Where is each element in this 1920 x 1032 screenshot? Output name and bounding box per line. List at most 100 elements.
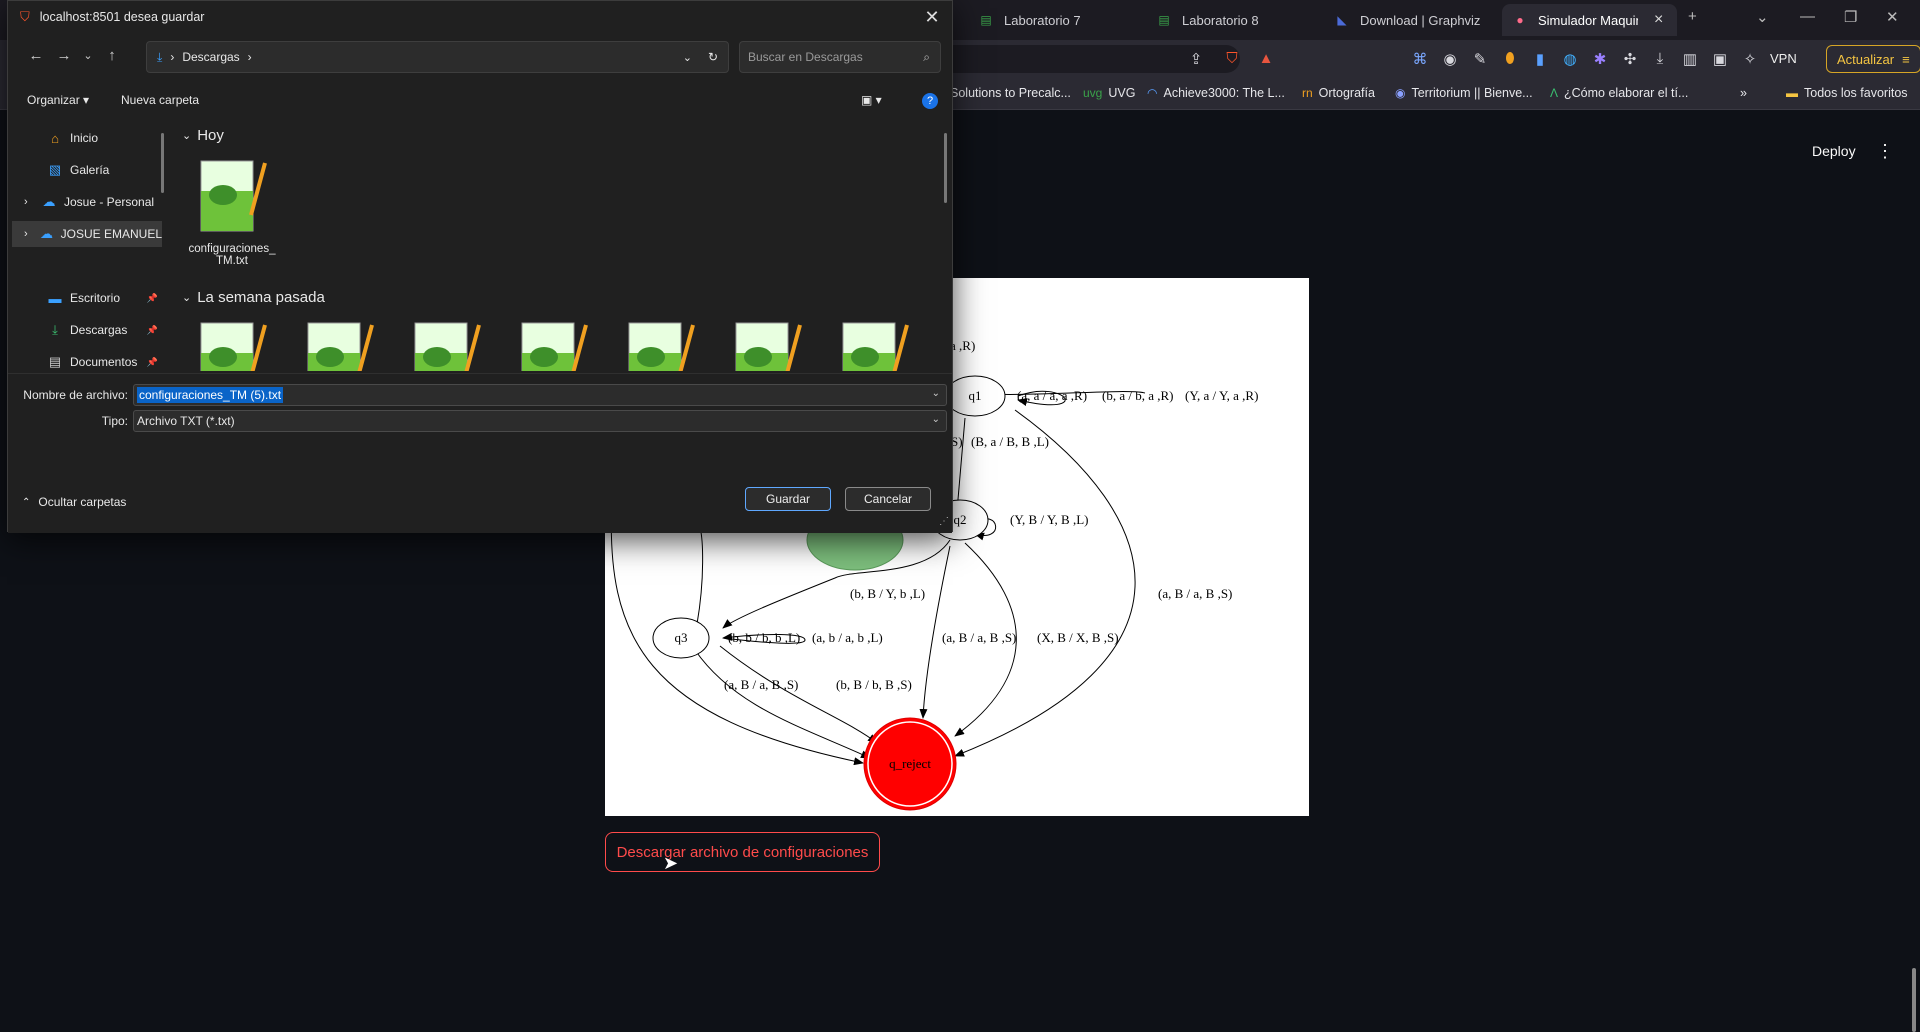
recent-locations-chevron-icon[interactable]: ⌄ bbox=[78, 49, 98, 62]
share-icon[interactable]: ⇪ bbox=[1186, 50, 1206, 68]
collapse-chevron-icon: ⌄ bbox=[182, 292, 192, 304]
download-config-button[interactable]: Descargar archivo de configuraciones bbox=[605, 832, 880, 872]
documents-icon: ▤ bbox=[48, 354, 62, 369]
file-item[interactable] bbox=[398, 317, 494, 371]
deploy-button[interactable]: Deploy bbox=[1812, 143, 1856, 159]
save-button[interactable]: Guardar bbox=[745, 487, 831, 511]
file-item[interactable] bbox=[505, 317, 601, 371]
minimize-icon[interactable]: — bbox=[1800, 8, 1815, 25]
forward-arrow-icon[interactable]: → bbox=[54, 47, 74, 64]
bookmark-ortografia[interactable]: rn Ortografía bbox=[1302, 86, 1375, 100]
back-arrow-icon[interactable]: ← bbox=[26, 47, 46, 64]
close-tab-icon[interactable]: × bbox=[1654, 11, 1663, 29]
file-item[interactable] bbox=[719, 317, 815, 371]
gear-extension-icon[interactable]: ✱ bbox=[1590, 50, 1610, 68]
edge-label: a ,R) bbox=[950, 338, 975, 353]
expand-chevron-icon[interactable]: › bbox=[24, 228, 38, 240]
group-header-today[interactable]: ⌄ Hoy bbox=[182, 127, 224, 144]
path-segment[interactable]: Descargas bbox=[182, 50, 239, 64]
nav-item-josue-emanuel[interactable]: › ☁ JOSUE EMANUEL bbox=[12, 221, 162, 247]
nav-item-galeria[interactable]: ▧ Galería bbox=[12, 157, 162, 183]
sidebar-icon[interactable]: ▥ bbox=[1680, 50, 1700, 68]
nav-label: Josue - Personal bbox=[64, 195, 155, 209]
download-icon[interactable]: ⤓ bbox=[1650, 50, 1670, 67]
nav-pane-scrollbar[interactable] bbox=[161, 133, 164, 193]
dialog-form: Nombre de archivo: configuraciones_TM (5… bbox=[8, 373, 952, 533]
pin-icon: 📌 bbox=[146, 292, 158, 303]
file-list-scrollbar[interactable] bbox=[944, 133, 947, 203]
view-options-icon[interactable]: ▣ ▾ bbox=[861, 93, 882, 107]
edge-label: (b, B / Y, b ,L) bbox=[850, 586, 925, 601]
close-window-icon[interactable]: ✕ bbox=[1886, 8, 1899, 26]
refresh-icon[interactable]: ↻ bbox=[708, 50, 718, 64]
organize-label: Organizar bbox=[27, 93, 80, 107]
wallet-icon[interactable]: ▣ bbox=[1710, 50, 1730, 68]
globe-extension-icon[interactable]: ◍ bbox=[1560, 50, 1580, 68]
help-icon[interactable]: ? bbox=[922, 93, 938, 109]
path-dropdown-icon[interactable]: ⌄ bbox=[683, 51, 692, 64]
bookmark-all-favorites[interactable]: ▬ Todos los favoritos bbox=[1786, 86, 1908, 100]
bookmark-precalc[interactable]: Solutions to Precalc... bbox=[950, 86, 1071, 100]
hide-folders-toggle[interactable]: ⌃ Ocultar carpetas bbox=[22, 495, 126, 509]
brave-shields-icon[interactable]: ⛉ bbox=[1222, 50, 1242, 67]
edge-label: (B, a / B, B ,L) bbox=[971, 434, 1049, 449]
new-folder-button[interactable]: Nueva carpeta bbox=[121, 93, 199, 107]
pen-icon[interactable]: ✎ bbox=[1470, 50, 1490, 68]
tab-graphviz[interactable]: ◣ Download | Graphviz bbox=[1324, 4, 1499, 36]
restore-icon[interactable]: ❐ bbox=[1844, 8, 1857, 26]
tab-laboratorio-7[interactable]: ▤ Laboratorio 7 bbox=[968, 4, 1143, 36]
expand-chevron-icon[interactable]: › bbox=[24, 196, 40, 208]
filename-field[interactable]: configuraciones_TM (5).txt ⌄ bbox=[133, 384, 947, 406]
file-type-value: Archivo TXT (*.txt) bbox=[137, 414, 235, 428]
extension-icon[interactable]: ◉ bbox=[1440, 50, 1460, 68]
tab-list-chevron-icon[interactable]: ⌄ bbox=[1756, 8, 1769, 26]
notepad-plus-plus-file-icon bbox=[411, 317, 481, 371]
gallery-icon: ▧ bbox=[48, 162, 62, 177]
nav-item-inicio[interactable]: ⌂ Inicio bbox=[12, 125, 162, 151]
territorium-icon: ◉ bbox=[1395, 86, 1406, 100]
brave-rewards-icon[interactable]: ▲ bbox=[1256, 50, 1276, 67]
uvg-icon: uvg bbox=[1083, 86, 1103, 100]
bookmarks-overflow-icon[interactable]: » bbox=[1740, 86, 1747, 100]
nav-item-documentos[interactable]: ▤ Documentos 📌 bbox=[12, 349, 162, 375]
brave-icon: ⛉ bbox=[20, 9, 30, 24]
bookmark-territorium[interactable]: ◉ Territorium || Bienve... bbox=[1395, 86, 1533, 100]
lock-extension-icon[interactable]: ⬮ bbox=[1500, 50, 1520, 67]
nav-item-descargas[interactable]: ⤓ Descargas 📌 bbox=[12, 317, 162, 343]
page-scrollbar[interactable] bbox=[1912, 968, 1916, 1032]
file-type-select[interactable]: Archivo TXT (*.txt) ⌄ bbox=[133, 410, 947, 432]
label-q3: q3 bbox=[675, 630, 688, 645]
update-button[interactable]: Actualizar ≡ bbox=[1826, 45, 1920, 73]
nav-item-josue-personal[interactable]: › ☁ Josue - Personal bbox=[12, 189, 162, 215]
new-tab-icon[interactable]: + bbox=[1688, 8, 1697, 25]
up-arrow-icon[interactable]: ↑ bbox=[102, 47, 122, 64]
puzzle-icon[interactable]: ✣ bbox=[1620, 50, 1640, 68]
file-item[interactable] bbox=[826, 317, 922, 371]
organize-button[interactable]: Organizar ▾ bbox=[27, 93, 89, 107]
leo-ai-icon[interactable]: ✧ bbox=[1740, 50, 1760, 68]
search-input[interactable]: Buscar en Descargas ⌕ bbox=[739, 41, 941, 73]
file-item[interactable]: configuraciones_ TM.txt bbox=[184, 155, 280, 267]
nav-item-escritorio[interactable]: ▬ Escritorio 📌 bbox=[12, 285, 162, 311]
resize-grip-icon[interactable]: ⋰ bbox=[939, 516, 949, 527]
bookmark-uvg[interactable]: uvg UVG bbox=[1083, 86, 1135, 100]
vpn-button[interactable]: VPN bbox=[1770, 51, 1797, 66]
main-menu-icon[interactable]: ⋮ bbox=[1876, 141, 1894, 162]
close-icon[interactable]: ✕ bbox=[918, 4, 946, 30]
chevron-down-icon[interactable]: ⌄ bbox=[932, 388, 940, 399]
translate-icon[interactable]: ⌘ bbox=[1410, 50, 1430, 68]
bookmark-como-elaborar[interactable]: Λ ¿Cómo elaborar el tí... bbox=[1550, 86, 1688, 100]
cancel-button[interactable]: Cancelar bbox=[845, 487, 931, 511]
file-item[interactable] bbox=[612, 317, 708, 371]
tab-laboratorio-8[interactable]: ▤ Laboratorio 8 bbox=[1146, 4, 1321, 36]
bookmark-achieve3000[interactable]: ◠ Achieve3000: The L... bbox=[1147, 86, 1285, 100]
doc-extension-icon[interactable]: ▮ bbox=[1530, 50, 1550, 68]
tab-simulador[interactable]: ● Simulador Maquina × bbox=[1502, 4, 1677, 36]
edge-q1-q2 bbox=[953, 417, 966, 512]
edge-label: (b, b / b, b ,L) bbox=[728, 630, 800, 645]
dialog-command-bar: Organizar ▾ Nueva carpeta ▣ ▾ ? bbox=[8, 85, 952, 117]
address-path[interactable]: ⤓ › Descargas › ⌄ ↻ bbox=[146, 41, 729, 73]
file-item[interactable] bbox=[184, 317, 280, 371]
group-header-last-week[interactable]: ⌄ La semana pasada bbox=[182, 289, 325, 306]
file-item[interactable] bbox=[291, 317, 387, 371]
